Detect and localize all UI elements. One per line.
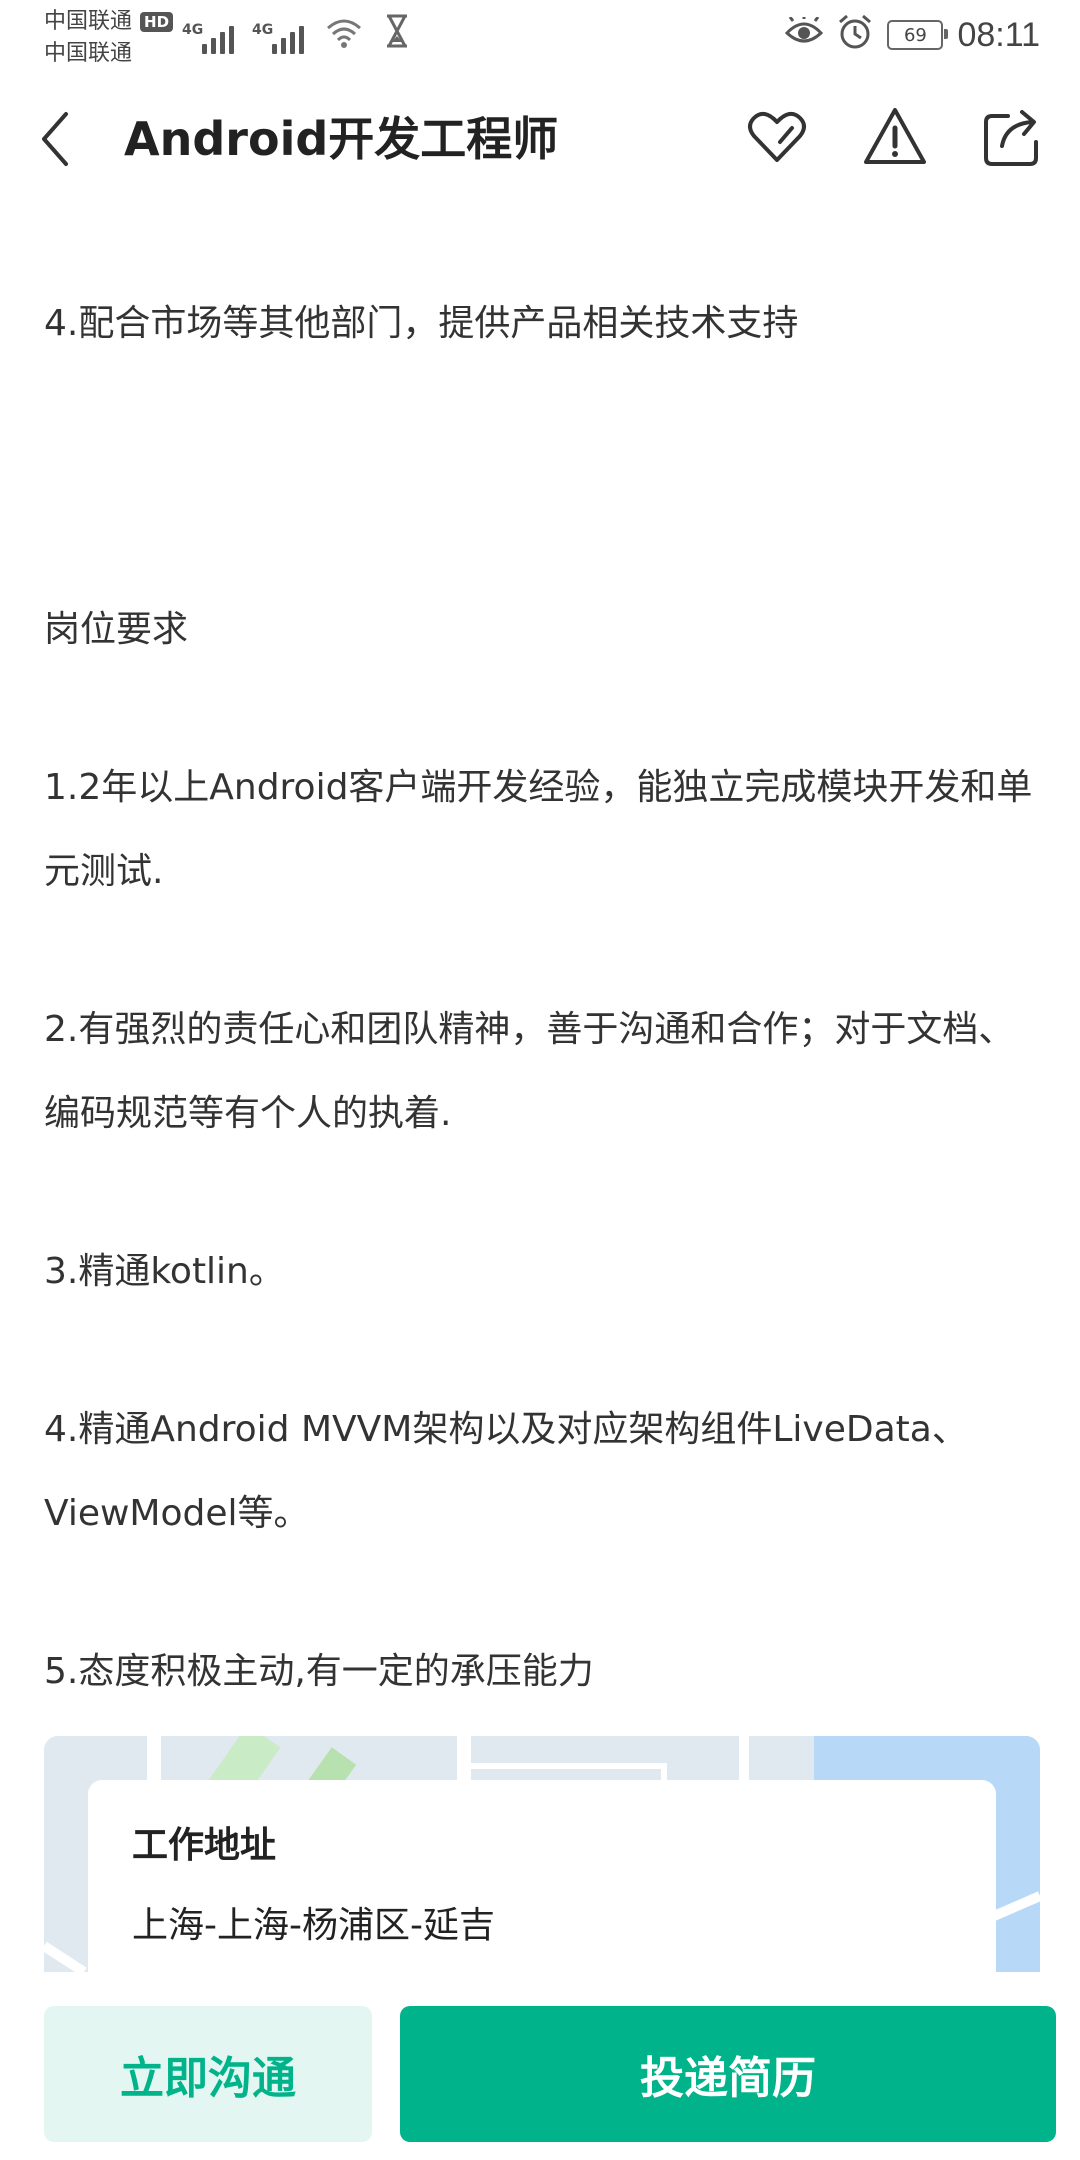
- hd-badge: HD: [140, 12, 174, 32]
- heart-icon: [748, 111, 806, 162]
- requirement-item: 2.有强烈的责任心和团队精神，善于沟通和合作；对于文档、编码规范等有个人的执着.: [44, 1009, 1015, 1134]
- share-button[interactable]: [978, 102, 1048, 172]
- network-type-2: 4G: [252, 22, 274, 38]
- submit-resume-button[interactable]: 投递简历: [400, 2006, 1056, 2142]
- status-bar: 中国联通 HD 中国联通 4G 4G 69 08:11: [0, 0, 1080, 72]
- back-arrow-icon: [42, 112, 68, 166]
- page-title: Android开发工程师: [124, 112, 559, 166]
- battery-icon: 69: [887, 20, 949, 50]
- requirement-item: 3.精通kotlin。: [44, 1251, 285, 1292]
- network-type-1: 4G: [182, 22, 204, 38]
- clock: 08:11: [957, 15, 1040, 54]
- carrier-name-2: 中国联通: [44, 41, 133, 66]
- favorite-button[interactable]: [742, 102, 812, 172]
- carrier-info: 中国联通 HD 中国联通: [44, 6, 174, 70]
- bottom-action-bar: 立即沟通 投递简历: [0, 1972, 1080, 2160]
- duty-item: 4.配合市场等其他部门，提供产品相关技术支持: [44, 303, 799, 344]
- address-card: 工作地址 上海-上海-杨浦区-延吉: [88, 1780, 996, 1972]
- share-icon: [984, 110, 1038, 166]
- back-button[interactable]: [30, 104, 90, 174]
- header: Android开发工程师: [0, 72, 1080, 202]
- requirements-heading: 岗位要求: [44, 609, 189, 650]
- requirement-item: 4.精通Android MVVM架构以及对应架构组件LiveData、ViewM…: [44, 1409, 968, 1534]
- address-text: 上海-上海-杨浦区-延吉: [132, 1905, 495, 1946]
- wifi-icon: [324, 16, 364, 54]
- chat-now-button[interactable]: 立即沟通: [44, 2006, 372, 2142]
- location-map[interactable]: 工作地址 上海-上海-杨浦区-延吉: [44, 1736, 1040, 1972]
- warning-icon: [864, 108, 926, 164]
- job-detail-screen: 中国联通 HD 中国联通 4G 4G 69 08:11 Android开发工程师…: [0, 0, 1080, 2160]
- requirement-item: 5.态度积极主动,有一定的承压能力: [44, 1651, 594, 1692]
- signal-icon: 4G: [252, 22, 304, 54]
- report-button[interactable]: [860, 102, 930, 172]
- signal-group: 4G 4G: [182, 14, 410, 54]
- battery-level: 69: [903, 24, 927, 46]
- alarm-icon: [837, 14, 873, 56]
- signal-icon: 4G: [182, 22, 234, 54]
- address-title: 工作地址: [132, 1825, 277, 1866]
- carrier-name-1: 中国联通: [44, 9, 133, 34]
- status-right: 69 08:11: [785, 14, 1040, 56]
- hourglass-icon: [384, 14, 410, 54]
- requirement-item: 1.2年以上Android客户端开发经验，能独立完成模块开发和单元测试.: [44, 767, 1033, 892]
- eye-icon: [785, 15, 824, 53]
